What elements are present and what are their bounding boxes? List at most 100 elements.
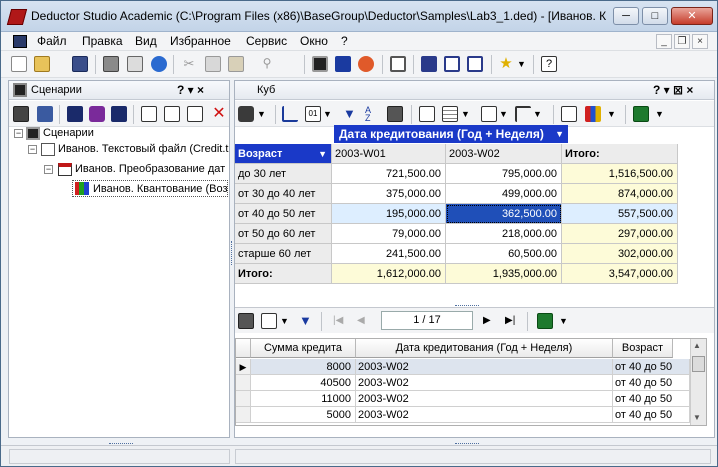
row-header[interactable]: от 40 до 50 лет: [235, 204, 332, 224]
menu-view[interactable]: Вид: [135, 34, 157, 48]
home-icon[interactable]: [390, 56, 406, 72]
total-cell[interactable]: 1,516,500.00: [562, 164, 678, 184]
paste-icon[interactable]: [228, 56, 244, 72]
total-cell[interactable]: 3,547,000.00: [562, 264, 678, 284]
details-cell[interactable]: 8000: [251, 359, 356, 375]
vertical-scrollbar[interactable]: ▲ ▼: [690, 339, 706, 425]
chart-view-icon[interactable]: [419, 106, 435, 122]
column-header[interactable]: 2003-W02: [446, 144, 562, 164]
column-dimension-button[interactable]: Дата кредитования (Год + Неделя) ▼: [334, 125, 568, 143]
row-indicator[interactable]: [236, 391, 251, 407]
dropdown-arrow-icon[interactable]: ▼: [533, 106, 549, 122]
dropdown-arrow-icon[interactable]: ▼: [257, 106, 273, 122]
details-cell[interactable]: от 40 до 50: [613, 391, 690, 407]
mdi-child-icon[interactable]: [13, 35, 27, 48]
prev-page-icon[interactable]: ◀: [357, 313, 373, 329]
row-totals-icon[interactable]: [481, 106, 497, 122]
wizard-icon[interactable]: [312, 56, 328, 72]
filter-icon[interactable]: ▼: [299, 313, 315, 329]
minimize-button[interactable]: ─: [613, 7, 639, 25]
row-indicator[interactable]: [236, 375, 251, 391]
last-page-icon[interactable]: ▶|: [505, 313, 521, 329]
column-header[interactable]: 2003-W01: [332, 144, 446, 164]
cut-icon[interactable]: ✂: [181, 56, 197, 72]
run-icon[interactable]: [358, 56, 374, 72]
data-cell[interactable]: 362,500.00: [446, 204, 562, 224]
details-cell[interactable]: 40500: [251, 375, 356, 391]
row-indicator[interactable]: [236, 407, 251, 423]
grid-view-icon[interactable]: [442, 106, 458, 122]
tree-expand-icon[interactable]: [141, 106, 157, 122]
column-header[interactable]: Сумма кредита: [251, 339, 356, 358]
data-cell[interactable]: 79,000.00: [332, 224, 446, 244]
help-icon[interactable]: ?: [541, 56, 557, 72]
tree-expander[interactable]: −: [44, 165, 53, 174]
dropdown-arrow-icon[interactable]: ▼: [559, 313, 575, 329]
row-header[interactable]: от 30 до 40 лет: [235, 184, 332, 204]
column-header[interactable]: Возраст: [613, 339, 673, 358]
dropdown-arrow-icon[interactable]: ▼: [323, 106, 339, 122]
mdi-minimize-button[interactable]: _: [656, 34, 672, 49]
data-cell[interactable]: 241,500.00: [332, 244, 446, 264]
details-cell[interactable]: от 40 до 50: [613, 407, 690, 423]
dropdown-arrow-icon[interactable]: ▼: [655, 106, 671, 122]
data-cell[interactable]: 60,500.00: [446, 244, 562, 264]
cube-panel-controls[interactable]: ? ▾ ⊠ ×: [653, 81, 693, 99]
details-cell[interactable]: 2003-W02: [356, 407, 613, 423]
dropdown-arrow-icon[interactable]: ▼: [607, 106, 623, 122]
book-icon[interactable]: [335, 56, 351, 72]
details-cell[interactable]: от 40 до 50: [613, 359, 690, 375]
vertical-splitter[interactable]: [231, 241, 233, 265]
data-cell[interactable]: 795,000.00: [446, 164, 562, 184]
favorites-star-icon[interactable]: ★: [498, 56, 514, 72]
splitter-handle[interactable]: [455, 443, 479, 446]
cube-icon[interactable]: [89, 106, 105, 122]
scroll-down-icon[interactable]: ▼: [693, 413, 701, 422]
axes-icon[interactable]: [282, 106, 298, 122]
move-up-icon[interactable]: [67, 106, 83, 122]
excel-export-icon[interactable]: [633, 106, 649, 122]
dropdown-arrow-icon[interactable]: ▼: [517, 56, 533, 72]
data-cell[interactable]: 375,000.00: [332, 184, 446, 204]
menu-file[interactable]: Файл: [37, 34, 67, 48]
column-header-total[interactable]: Итого:: [562, 144, 678, 164]
column-header[interactable]: Дата кредитования (Год + Неделя): [356, 339, 613, 358]
current-row-indicator[interactable]: ▶: [236, 359, 251, 375]
details-cell[interactable]: 5000: [251, 407, 356, 423]
total-cell[interactable]: 1,935,000.00: [446, 264, 562, 284]
new-icon[interactable]: [11, 56, 27, 72]
row-header[interactable]: от 50 до 60 лет: [235, 224, 332, 244]
dropdown-arrow-icon[interactable]: ▼: [280, 313, 296, 329]
details-cell[interactable]: 11000: [251, 391, 356, 407]
dropdown-arrow-icon[interactable]: ▼: [499, 106, 515, 122]
details-settings-icon[interactable]: [238, 313, 254, 329]
move-down-icon[interactable]: [111, 106, 127, 122]
dimensions-icon[interactable]: 01: [305, 106, 321, 122]
save-icon[interactable]: [72, 56, 88, 72]
row-header-total[interactable]: Итого:: [235, 264, 332, 284]
filter-icon[interactable]: ▼: [343, 106, 359, 122]
mdi-restore-button[interactable]: ❐: [674, 34, 690, 49]
scroll-up-icon[interactable]: ▲: [693, 341, 701, 350]
tree-expander[interactable]: −: [28, 145, 37, 154]
total-cell[interactable]: 557,500.00: [562, 204, 678, 224]
copy-icon[interactable]: [205, 56, 221, 72]
row-dimension-button[interactable]: Возраст ▼: [235, 144, 332, 164]
details-icon[interactable]: [561, 106, 577, 122]
menu-help[interactable]: ?: [341, 34, 348, 48]
bar-chart-icon[interactable]: [585, 106, 601, 122]
total-cell[interactable]: 297,000.00: [562, 224, 678, 244]
cube-settings-icon[interactable]: [387, 106, 403, 122]
tree-expander[interactable]: −: [14, 129, 23, 138]
details-cell[interactable]: от 40 до 50: [613, 375, 690, 391]
sort-icon[interactable]: AZ: [365, 106, 381, 123]
find-icon[interactable]: ⚲: [259, 56, 275, 72]
menu-favorites[interactable]: Избранное: [170, 34, 231, 48]
scenarios-panel-controls[interactable]: ? ▾ ×: [177, 81, 204, 99]
import-icon[interactable]: [37, 106, 53, 122]
tile-horizontal-icon[interactable]: [444, 56, 460, 72]
internet-explorer-icon[interactable]: [151, 56, 167, 72]
delete-icon[interactable]: ✕: [211, 106, 227, 122]
dropdown-arrow-icon[interactable]: ▼: [461, 106, 477, 122]
menu-edit[interactable]: Правка: [82, 34, 123, 48]
